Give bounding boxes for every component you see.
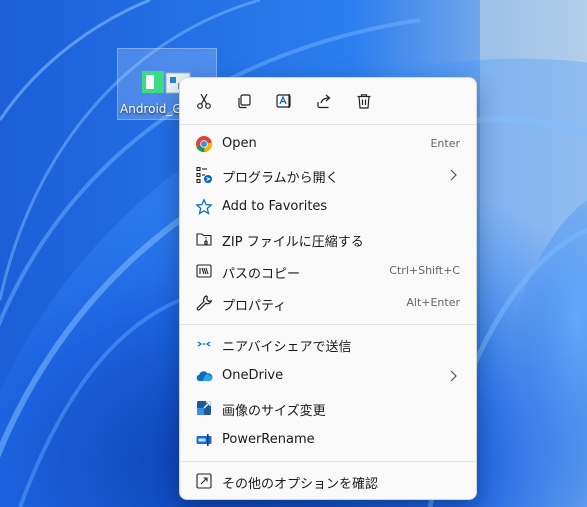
wrench-icon	[195, 294, 213, 312]
menu-item-label: Add to Favorites	[222, 199, 328, 214]
menu-item-powerrename[interactable]: PowerRename	[184, 425, 472, 455]
chevron-right-icon	[450, 169, 457, 181]
menu-item-shortcut: Enter	[430, 137, 460, 150]
delete-icon	[357, 94, 371, 109]
zip-icon	[195, 230, 213, 248]
menu-item-label: PowerRename	[222, 432, 315, 447]
star-icon	[195, 198, 213, 216]
menu-item-label: プロパティ	[222, 299, 287, 314]
menu-item-copy-path[interactable]: パスのコピー Ctrl+Shift+C	[184, 256, 472, 286]
menu-item-compress-zip[interactable]: ZIP ファイルに圧縮する	[184, 224, 472, 254]
menu-item-shortcut: Alt+Enter	[406, 296, 460, 309]
quick-actions-bar	[180, 78, 476, 124]
menu-item-label: OneDrive	[222, 368, 284, 383]
copy-path-icon	[195, 262, 213, 280]
onedrive-icon	[195, 367, 213, 385]
menu-item-label: ZIP ファイルに圧縮する	[222, 235, 364, 250]
menu-item-label: プログラムから開く	[222, 171, 339, 186]
delete-button[interactable]	[350, 88, 378, 114]
menu-item-image-resize[interactable]: 画像のサイズ変更	[184, 393, 472, 423]
more-options-icon	[195, 472, 213, 490]
cut-icon	[197, 93, 211, 109]
chevron-right-icon	[450, 370, 457, 382]
menu-item-label: Open	[222, 136, 257, 151]
menu-divider	[180, 324, 476, 325]
context-menu: Open Enter プログラムから開く Add to Favorites ZI…	[179, 77, 477, 500]
menu-divider	[180, 461, 476, 462]
menu-item-onedrive[interactable]: OneDrive	[184, 361, 472, 391]
menu-item-label: ニアバイシェアで送信	[222, 340, 352, 355]
menu-item-open-with[interactable]: プログラムから開く	[184, 160, 472, 190]
open-with-icon	[195, 166, 213, 184]
menu-item-add-to-favorites[interactable]: Add to Favorites	[184, 192, 472, 222]
menu-divider	[180, 124, 476, 125]
nearby-share-icon	[195, 335, 213, 353]
menu-item-properties[interactable]: プロパティ Alt+Enter	[184, 288, 472, 318]
chrome-icon	[195, 135, 213, 153]
menu-item-nearby-share[interactable]: ニアバイシェアで送信	[184, 329, 472, 359]
share-button[interactable]	[310, 88, 338, 114]
cut-button[interactable]	[190, 88, 218, 114]
share-icon	[317, 94, 331, 109]
image-resize-icon	[195, 399, 213, 417]
menu-item-label: 画像のサイズ変更	[222, 404, 326, 419]
menu-item-open[interactable]: Open Enter	[184, 129, 472, 159]
copy-button[interactable]	[230, 88, 258, 114]
rename-button[interactable]	[270, 88, 298, 114]
copy-icon	[238, 94, 251, 109]
menu-item-label: パスのコピー	[222, 267, 301, 282]
menu-item-shortcut: Ctrl+Shift+C	[389, 264, 460, 277]
rename-icon	[276, 94, 291, 108]
powerrename-icon	[195, 431, 213, 449]
menu-item-show-more-options[interactable]: その他のオプションを確認	[184, 466, 472, 496]
menu-item-label: その他のオプションを確認	[222, 477, 379, 492]
